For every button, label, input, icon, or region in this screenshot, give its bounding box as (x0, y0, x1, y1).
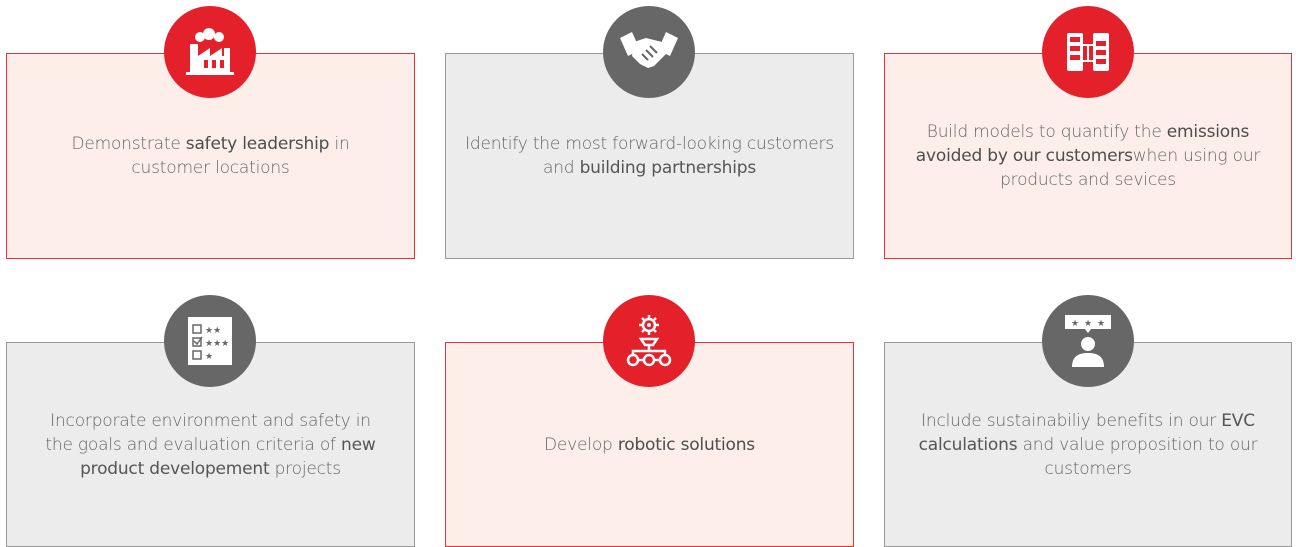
card-text: Build models to quantify the emissions a… (915, 122, 1261, 190)
flowchart-icon (1042, 6, 1134, 98)
card-text: Incorporate environment and safety in th… (45, 410, 376, 479)
handshake-icon (603, 6, 695, 98)
svg-text:★: ★ (1084, 319, 1092, 329)
svg-text:★: ★ (1071, 319, 1079, 329)
svg-text:★: ★ (205, 352, 213, 362)
svg-text:★★: ★★ (205, 326, 221, 336)
customer-rating-icon: ★ ★ ★ (1042, 295, 1134, 387)
card-text: Develop robotic solutions (544, 434, 755, 455)
card-text: Include sustainabiliy benefits in our EV… (918, 410, 1258, 479)
checklist-rating-icon: ★★ ★★★ ★ (164, 295, 256, 387)
svg-text:★★★: ★★★ (205, 339, 229, 349)
factory-icon (164, 6, 256, 98)
card-text: Identify the most forward-looking custom… (465, 134, 834, 178)
robotic-arm-icon (603, 295, 695, 387)
svg-text:★: ★ (1097, 319, 1105, 329)
card-text: Demonstrate safety leadership in custome… (71, 134, 350, 178)
